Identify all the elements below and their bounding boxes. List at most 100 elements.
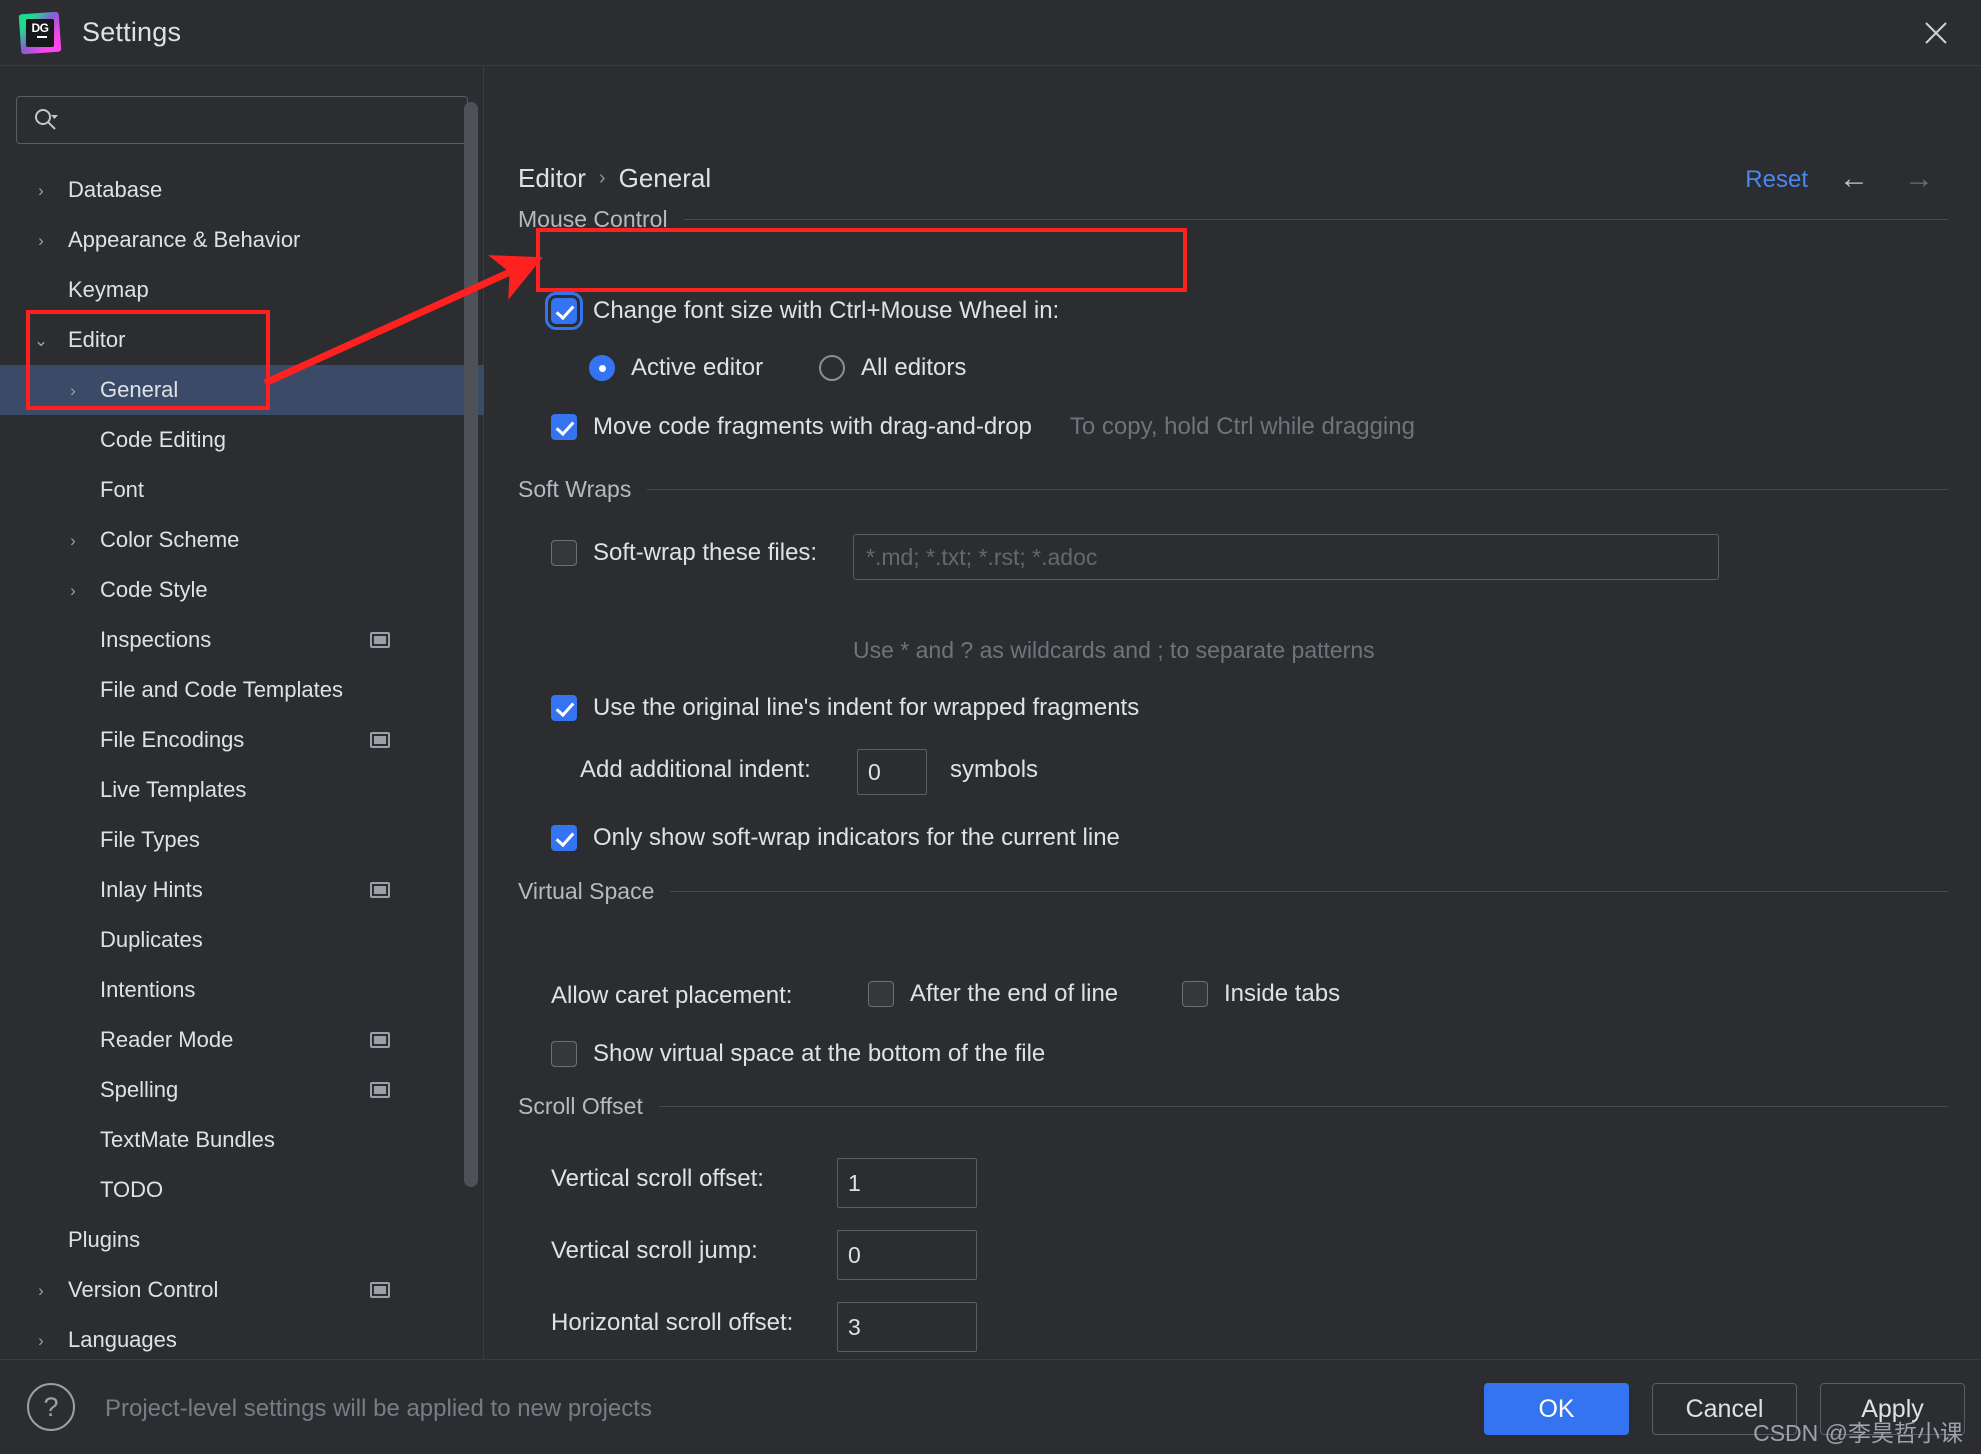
search-input[interactable]	[67, 109, 467, 132]
sidebar-item-font[interactable]: Font	[0, 465, 484, 515]
footer-note: Project-level settings will be applied t…	[105, 1395, 652, 1423]
sidebar-item-textmate-bundles[interactable]: TextMate Bundles	[0, 1115, 484, 1165]
original-indent-checkbox[interactable]	[551, 695, 577, 721]
scroll-field-input[interactable]	[837, 1158, 977, 1208]
sidebar-item-label: Code Style	[100, 577, 208, 603]
settings-tree[interactable]: › Database › Appearance & Behavior Keymap ⌄ Ed…	[0, 165, 484, 1359]
additional-indent-units: symbols	[950, 756, 1038, 784]
after-end-of-line-checkbox[interactable]	[868, 981, 894, 1007]
chevron-right-icon[interactable]: ›	[28, 182, 54, 199]
chevron-right-icon[interactable]: ›	[28, 1332, 54, 1349]
sidebar-item-file-and-code-templates[interactable]: File and Code Templates	[0, 665, 484, 715]
watermark: CSDN @李昊哲小课	[1753, 1414, 1963, 1448]
sidebar-item-version-control[interactable]: ›Version Control	[0, 1265, 484, 1315]
sidebar-item-todo[interactable]: TODO	[0, 1165, 484, 1215]
question-mark-icon[interactable]: ?	[27, 1383, 75, 1431]
title-bar: DG Settings	[0, 0, 1981, 66]
drag-drop-hint: To copy, hold Ctrl while dragging	[1070, 413, 1415, 441]
sidebar-item-editor[interactable]: ⌄ Editor	[0, 315, 484, 365]
sidebar-item-label: File Types	[100, 827, 200, 853]
drag-drop-row[interactable]: Move code fragments with drag-and-drop T…	[551, 413, 1415, 441]
sidebar-item-code-style[interactable]: › Code Style	[0, 565, 484, 615]
sidebar-item-code-editing[interactable]: Code Editing	[0, 415, 484, 465]
breadcrumb-separator-icon: ›	[599, 167, 606, 190]
search-field[interactable]	[16, 96, 468, 144]
sidebar-item-label: General	[100, 377, 178, 403]
chevron-right-icon[interactable]: ›	[60, 382, 86, 399]
chevron-right-icon[interactable]: ›	[28, 1282, 54, 1299]
sidebar-item-appearance-behavior[interactable]: › Appearance & Behavior	[0, 215, 484, 265]
sidebar-item-label: Color Scheme	[100, 527, 239, 553]
radio-active-editor[interactable]	[589, 355, 615, 381]
window-title: Settings	[82, 17, 181, 48]
additional-indent-input[interactable]	[857, 749, 927, 795]
radio-all-editors[interactable]	[819, 355, 845, 381]
sidebar-item-live-templates[interactable]: Live Templates	[0, 765, 484, 815]
sidebar-item-inlay-hints[interactable]: Inlay Hints	[0, 865, 484, 915]
breadcrumb-parent[interactable]: Editor	[518, 163, 586, 194]
close-icon[interactable]	[1913, 10, 1959, 56]
section-title: Virtual Space	[518, 878, 654, 905]
soft-wrap-files-checkbox[interactable]	[551, 540, 577, 566]
sidebar-item-label: File Encodings	[100, 727, 244, 753]
inside-tabs-row[interactable]: Inside tabs	[1182, 980, 1340, 1008]
sidebar-item-label: Appearance & Behavior	[68, 227, 300, 253]
original-indent-row[interactable]: Use the original line's indent for wrapp…	[551, 694, 1139, 722]
sidebar-item-file-encodings[interactable]: File Encodings	[0, 715, 484, 765]
sidebar-item-color-scheme[interactable]: › Color Scheme	[0, 515, 484, 565]
ok-button[interactable]: OK	[1484, 1383, 1629, 1435]
after-end-of-line-label: After the end of line	[910, 980, 1118, 1008]
scroll-field-input[interactable]	[837, 1230, 977, 1280]
breadcrumb-current: General	[619, 163, 712, 194]
change-font-size-checkbox[interactable]	[551, 298, 577, 324]
settings-content: Editor › General Reset ← → Mouse Control…	[485, 66, 1981, 1359]
sidebar-item-spelling[interactable]: Spelling	[0, 1065, 484, 1115]
soft-wrap-files-input[interactable]	[853, 534, 1719, 580]
sidebar-item-label: Database	[68, 177, 162, 203]
inside-tabs-checkbox[interactable]	[1182, 981, 1208, 1007]
sidebar-item-general[interactable]: › General	[0, 365, 484, 415]
divider	[659, 1106, 1948, 1107]
sidebar-item-label: Inspections	[100, 627, 211, 653]
radio-active-editor-label: Active editor	[631, 354, 763, 382]
show-virtual-space-row[interactable]: Show virtual space at the bottom of the …	[551, 1040, 1045, 1068]
chevron-right-icon[interactable]: ›	[60, 532, 86, 549]
project-level-setting-icon	[370, 1082, 390, 1098]
soft-wrap-files-row[interactable]: Soft-wrap these files:	[551, 539, 817, 567]
sidebar-item-inspections[interactable]: Inspections	[0, 615, 484, 665]
scope-active-editor-radio-row[interactable]: Active editor	[589, 354, 763, 382]
soft-wrap-indicators-checkbox[interactable]	[551, 825, 577, 851]
sidebar-item-intentions[interactable]: Intentions	[0, 965, 484, 1015]
chevron-right-icon[interactable]: ›	[60, 582, 86, 599]
chevron-down-icon[interactable]: ⌄	[28, 332, 54, 349]
radio-all-editors-label: All editors	[861, 354, 966, 382]
chevron-right-icon[interactable]: ›	[28, 232, 54, 249]
section-title: Mouse Control	[518, 206, 668, 233]
scope-all-editors-radio-row[interactable]: All editors	[819, 354, 966, 382]
datagrip-logo-icon: DG	[19, 11, 62, 54]
sidebar-item-database[interactable]: › Database	[0, 165, 484, 215]
sidebar-item-duplicates[interactable]: Duplicates	[0, 915, 484, 965]
reset-button[interactable]: Reset	[1745, 166, 1808, 194]
sidebar-item-plugins[interactable]: Plugins	[0, 1215, 484, 1265]
sidebar-scrollbar[interactable]	[464, 102, 478, 1187]
change-font-size-row[interactable]: Change font size with Ctrl+Mouse Wheel i…	[551, 297, 1059, 325]
drag-drop-checkbox[interactable]	[551, 414, 577, 440]
arrow-right-icon[interactable]: →	[1904, 164, 1934, 194]
sidebar-item-reader-mode[interactable]: Reader Mode	[0, 1015, 484, 1065]
sidebar-item-file-types[interactable]: File Types	[0, 815, 484, 865]
section-header-virtual-space: Virtual Space	[518, 878, 1948, 905]
scroll-field-input[interactable]	[837, 1302, 977, 1352]
inside-tabs-label: Inside tabs	[1224, 980, 1340, 1008]
sidebar-item-languages[interactable]: ›Languages	[0, 1315, 484, 1359]
sidebar-item-label: Plugins	[68, 1227, 140, 1253]
project-level-setting-icon	[370, 732, 390, 748]
sidebar-item-keymap[interactable]: Keymap	[0, 265, 484, 315]
settings-sidebar: › Database › Appearance & Behavior Keymap ⌄ Ed…	[0, 66, 484, 1359]
sidebar-item-label: Editor	[68, 327, 125, 353]
arrow-left-icon[interactable]: ←	[1839, 164, 1869, 194]
after-end-of-line-row[interactable]: After the end of line	[868, 980, 1118, 1008]
show-virtual-space-checkbox[interactable]	[551, 1041, 577, 1067]
soft-wrap-indicators-row[interactable]: Only show soft-wrap indicators for the c…	[551, 824, 1120, 852]
change-font-size-label: Change font size with Ctrl+Mouse Wheel i…	[593, 297, 1059, 325]
